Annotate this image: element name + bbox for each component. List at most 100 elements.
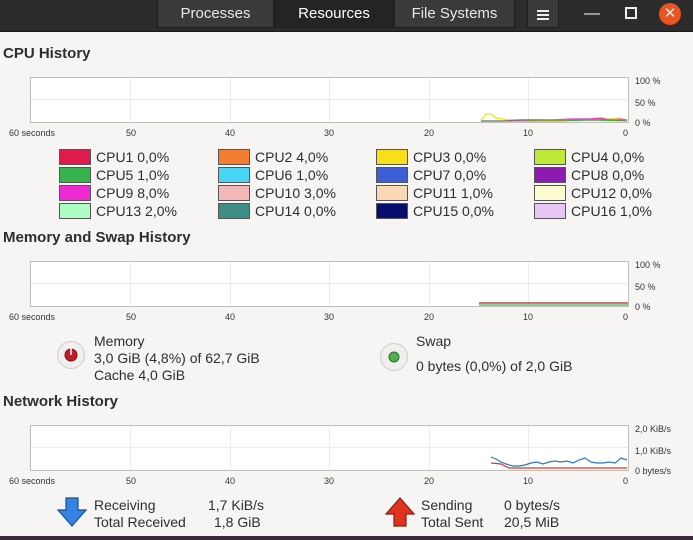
cpu-usage-value: 0,0% bbox=[462, 203, 494, 219]
cpu-color-swatch[interactable] bbox=[376, 203, 408, 219]
cpu-usage-value: 0,0% bbox=[620, 185, 652, 201]
network-history-title: Network History bbox=[3, 393, 119, 410]
cpu-usage-value: 1,0% bbox=[137, 167, 170, 183]
swap-pie-icon[interactable] bbox=[380, 343, 408, 371]
cpu-history-title: CPU History bbox=[3, 45, 91, 62]
swap-label: Swap bbox=[416, 333, 452, 349]
cpu-name: CPU9 bbox=[96, 185, 134, 201]
cpu-name: CPU5 bbox=[96, 167, 134, 183]
cpu-color-swatch[interactable] bbox=[534, 203, 566, 219]
cpu-x-label: 50 bbox=[126, 128, 137, 138]
minimize-button[interactable]: — bbox=[580, 0, 604, 28]
cpu-legend-label: CPU9 8,0% bbox=[96, 185, 169, 201]
total-received-value: 1,8 GiB bbox=[214, 514, 261, 530]
close-button[interactable]: ✕ bbox=[659, 3, 681, 25]
memory-x-label: 20 bbox=[424, 312, 435, 322]
cpu-name: CPU12 bbox=[571, 185, 617, 201]
hamburger-icon bbox=[537, 10, 549, 20]
cpu-legend-label: CPU1 0,0% bbox=[96, 149, 169, 165]
memory-pie-icon[interactable] bbox=[57, 341, 85, 369]
cpu-legend-label: CPU10 3,0% bbox=[255, 185, 336, 201]
network-x-label: 50 bbox=[126, 476, 137, 486]
network-x-label: 0 bbox=[623, 476, 629, 486]
receiving-value: 1,7 KiB/s bbox=[208, 497, 265, 513]
cpu-x-label: 60 seconds bbox=[9, 128, 56, 138]
network-x-label: 40 bbox=[225, 476, 236, 486]
memory-label: Memory bbox=[94, 333, 145, 349]
cpu-usage-value: 0,0% bbox=[612, 167, 645, 183]
sending-arrow-icon[interactable] bbox=[384, 497, 416, 527]
cpu-usage-value: 8,0% bbox=[137, 185, 170, 201]
memory-cache: Cache 4,0 GiB bbox=[94, 367, 186, 383]
tab-processes[interactable]: Processes bbox=[157, 0, 274, 28]
network-history-graph bbox=[30, 425, 629, 471]
cpu-color-swatch[interactable] bbox=[218, 185, 250, 201]
receiving-arrow-icon[interactable] bbox=[56, 497, 88, 527]
memory-y-label-50: 50 % bbox=[635, 282, 656, 292]
network-y-label-zero: 0 bytes/s bbox=[635, 466, 672, 476]
cpu-color-swatch[interactable] bbox=[376, 149, 408, 165]
sending-label: Sending bbox=[421, 497, 473, 513]
swap-usage: 0 bytes (0,0%) of 2,0 GiB bbox=[416, 358, 573, 374]
memory-x-label: 10 bbox=[523, 312, 534, 322]
cpu-color-swatch[interactable] bbox=[218, 203, 250, 219]
memory-y-label-0: 0 % bbox=[635, 302, 651, 312]
cpu-x-label: 10 bbox=[523, 128, 534, 138]
cpu-usage-value: 1,0% bbox=[620, 203, 652, 219]
cpu-y-label-100: 100 % bbox=[635, 76, 661, 86]
window-bottom-edge bbox=[0, 536, 693, 540]
memory-x-label: 40 bbox=[225, 312, 236, 322]
cpu-color-swatch[interactable] bbox=[59, 167, 91, 183]
cpu-name: CPU13 bbox=[96, 203, 142, 219]
cpu-color-swatch[interactable] bbox=[59, 149, 91, 165]
network-x-label: 20 bbox=[424, 476, 435, 486]
cpu-x-label: 0 bbox=[623, 128, 629, 138]
cpu-legend-label: CPU8 0,0% bbox=[571, 167, 644, 183]
cpu-usage-value: 1,0% bbox=[296, 167, 329, 183]
cpu-color-swatch[interactable] bbox=[59, 185, 91, 201]
network-history-plot bbox=[490, 456, 628, 469]
cpu-legend-label: CPU7 0,0% bbox=[413, 167, 486, 183]
main-menu-button[interactable] bbox=[527, 0, 559, 28]
cpu-color-swatch[interactable] bbox=[376, 185, 408, 201]
cpu-usage-value: 2,0% bbox=[145, 203, 177, 219]
cpu-color-swatch[interactable] bbox=[218, 167, 250, 183]
tab-file-systems[interactable]: File Systems bbox=[394, 0, 515, 28]
cpu-color-swatch[interactable] bbox=[218, 149, 250, 165]
memory-history-plot bbox=[479, 302, 628, 306]
cpu-color-swatch[interactable] bbox=[534, 167, 566, 183]
cpu-color-swatch[interactable] bbox=[534, 149, 566, 165]
close-icon: ✕ bbox=[663, 5, 677, 22]
cpu-legend-label: CPU11 1,0% bbox=[413, 185, 493, 201]
cpu-name: CPU3 bbox=[413, 149, 451, 165]
cpu-legend-label: CPU12 0,0% bbox=[571, 185, 652, 201]
cpu-color-swatch[interactable] bbox=[376, 167, 408, 183]
cpu-legend-label: CPU15 0,0% bbox=[413, 203, 494, 219]
cpu-y-label-50: 50 % bbox=[635, 98, 656, 108]
cpu-legend-label: CPU5 1,0% bbox=[96, 167, 169, 183]
cpu-history-plot bbox=[480, 113, 628, 122]
cpu-name: CPU8 bbox=[571, 167, 609, 183]
cpu-name: CPU14 bbox=[255, 203, 301, 219]
cpu-usage-value: 0,0% bbox=[454, 167, 487, 183]
cpu-x-label: 40 bbox=[225, 128, 236, 138]
network-y-label-mid: 1,0 KiB/s bbox=[635, 446, 672, 456]
total-received-label: Total Received bbox=[94, 514, 186, 530]
maximize-button[interactable] bbox=[619, 0, 643, 28]
total-sent-label: Total Sent bbox=[421, 514, 484, 530]
cpu-legend-label: CPU4 0,0% bbox=[571, 149, 644, 165]
minimize-icon: — bbox=[584, 5, 600, 22]
cpu-usage-value: 0,0% bbox=[304, 203, 336, 219]
cpu-usage-value: 1,0% bbox=[460, 185, 493, 201]
cpu-color-swatch[interactable] bbox=[59, 203, 91, 219]
cpu-legend-label: CPU13 2,0% bbox=[96, 203, 177, 219]
cpu-name: CPU4 bbox=[571, 149, 609, 165]
cpu-name: CPU10 bbox=[255, 185, 301, 201]
cpu-legend-label: CPU2 4,0% bbox=[255, 149, 328, 165]
receiving-label: Receiving bbox=[94, 497, 156, 513]
cpu-history-graph bbox=[30, 77, 629, 123]
cpu-color-swatch[interactable] bbox=[534, 185, 566, 201]
tab-resources[interactable]: Resources bbox=[274, 0, 394, 28]
cpu-y-label-0: 0 % bbox=[635, 118, 651, 128]
maximize-icon bbox=[625, 7, 637, 19]
